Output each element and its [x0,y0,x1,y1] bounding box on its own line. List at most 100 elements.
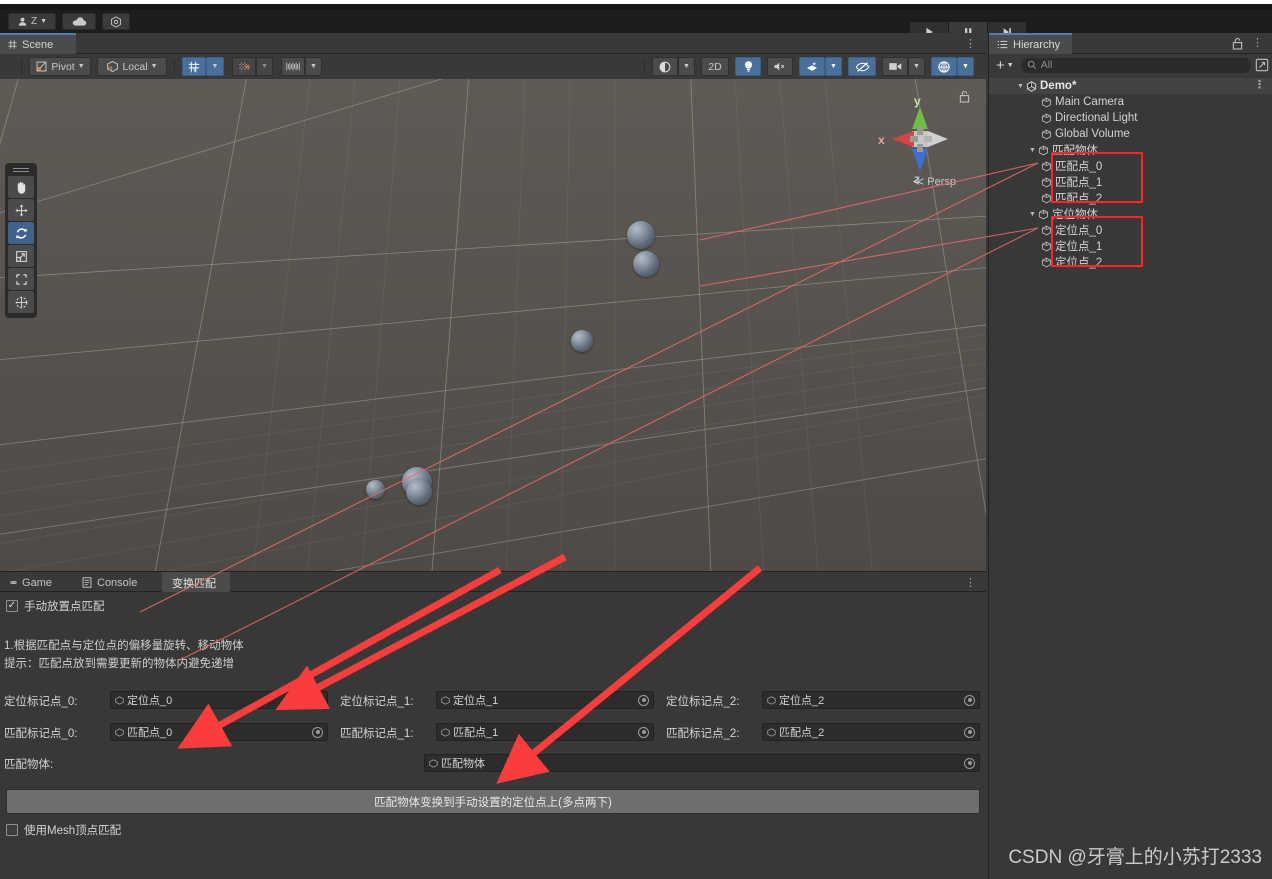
hierarchy-item-locator-point-1[interactable]: 定位点_1 [989,238,1272,254]
pivot-mode-button[interactable]: Pivot ▼ [29,57,91,76]
grid-snap-button[interactable]: Y [182,57,206,76]
gameobject-icon [767,695,776,705]
gizmos-toggle-button[interactable] [931,57,957,76]
expand-triangle-icon[interactable]: ▼ [1027,147,1038,154]
object-picker-icon[interactable] [964,726,975,738]
gameobject-icon [115,727,124,737]
hierarchy-item-locator-object[interactable]: ▼ 定位物体 [989,206,1272,222]
hierarchy-item-match-point-2[interactable]: 匹配点_2 [989,190,1272,206]
object-picker-icon[interactable] [638,694,649,706]
tab-transform-match[interactable]: 变换匹配 [162,572,230,593]
scene-sphere[interactable] [633,251,659,277]
grid-snap-dropdown[interactable]: ▼ [206,57,224,76]
scene-sphere[interactable] [406,479,432,505]
locator-marker-0-field[interactable]: 定位点_0 [110,691,328,709]
scene-grid-icon [8,40,17,49]
shading-mode-button[interactable] [652,57,678,76]
object-picker-icon[interactable] [964,694,975,706]
2d-toggle-button[interactable]: 2D [701,57,729,76]
expand-triangle-icon[interactable]: ▼ [1015,83,1026,90]
snap-increment-button[interactable] [232,57,256,76]
locator-marker-1-field[interactable]: 定位点_1 [436,691,654,709]
tab-game[interactable]: Game [0,572,62,593]
ruler-dropdown[interactable]: ▼ [305,57,322,76]
match-marker-1-field[interactable]: 匹配点_1 [436,723,654,741]
hierarchy-item-directional-light[interactable]: Directional Light [989,110,1272,126]
move-tool-button[interactable] [8,199,34,221]
chevron-down-icon: ▼ [211,63,219,70]
toolbar-separator-3 [644,59,645,74]
object-picker-icon[interactable] [638,726,649,738]
snap-increment-dropdown[interactable]: ▼ [256,57,273,76]
match-marker-2-field[interactable]: 匹配点_2 [762,723,980,741]
ruler-button[interactable] [281,57,305,76]
object-picker-icon[interactable] [312,694,323,706]
gameobject-icon [1041,225,1052,236]
hierarchy-item-locator-point-0[interactable]: 定位点_0 [989,222,1272,238]
match-marker-0-value: 匹配点_0 [127,727,173,739]
hierarchy-search-input[interactable]: All [1020,57,1251,73]
cloud-button[interactable] [62,13,96,30]
account-button[interactable]: Z ▼ [8,13,56,30]
scene-sphere[interactable] [627,221,655,249]
hierarchy-item-global-volume[interactable]: Global Volume [989,126,1272,142]
audio-toggle-button[interactable] [767,57,793,76]
rect-tool-button[interactable] [8,268,34,290]
hierarchy-menu-button[interactable]: ⋮ [1252,36,1263,49]
tab-hierarchy[interactable]: Hierarchy [989,33,1073,54]
search-icon [1027,60,1036,70]
locator-marker-0-value: 定位点_0 [127,695,173,707]
object-picker-icon[interactable] [964,757,975,769]
scene-sphere[interactable] [366,480,385,499]
match-marker-0-field[interactable]: 匹配点_0 [110,723,328,741]
hierarchy-expand-button[interactable] [1255,58,1269,72]
mesh-vertex-row: 使用Mesh顶点匹配 [6,822,121,838]
hierarchy-scene-menu-button[interactable]: ⋮ [1254,78,1265,91]
local-space-button[interactable]: Local ▼ [97,57,167,76]
hierarchy-item-main-camera[interactable]: Main Camera [989,94,1272,110]
manual-place-checkbox[interactable] [6,600,18,612]
hierarchy-item-match-point-1[interactable]: 匹配点_1 [989,174,1272,190]
add-gameobject-button[interactable]: + ▼ [993,57,1017,74]
hierarchy-item-locator-point-2[interactable]: 定位点_2 [989,254,1272,270]
gizmos-dropdown[interactable]: ▼ [957,57,974,76]
scene-camera-dropdown[interactable]: ▼ [908,57,925,76]
match-object-field[interactable]: 匹配物体 [424,754,980,772]
manual-place-row: 手动放置点匹配 [6,598,105,614]
transform-tool-button[interactable] [8,291,34,313]
projection-mode-label[interactable]: ≪ Persp [913,175,956,188]
watermark-text: CSDN @牙膏上的小苏打2333 [1008,847,1262,868]
scene-viewport[interactable]: y x z ≪ Persp [0,79,986,571]
shading-mode-dropdown[interactable]: ▼ [678,57,695,76]
object-picker-icon[interactable] [312,726,323,738]
effects-dropdown[interactable]: ▼ [825,57,842,76]
scene-panel-menu-button[interactable]: ⋮ [965,37,976,50]
tab-console[interactable]: Console [72,572,158,593]
hierarchy-item-match-point-0[interactable]: 匹配点_0 [989,158,1272,174]
hierarchy-lock-button[interactable] [1232,37,1243,55]
hierarchy-scene-row[interactable]: ▼ Demo* ⋮ [989,78,1272,94]
scale-tool-button[interactable] [8,245,34,267]
apply-transform-button[interactable]: 匹配物体变换到手动设置的定位点上(多点两下) [6,789,980,814]
rotate-tool-button[interactable] [8,222,34,244]
gameobject-icon [429,758,438,768]
scene-sphere[interactable] [571,330,593,352]
lighting-toggle-button[interactable] [735,57,761,76]
mesh-vertex-checkbox[interactable] [6,824,18,836]
scene-view-gizmo[interactable]: y x z [872,89,968,189]
locator-marker-2-field[interactable]: 定位点_2 [762,691,980,709]
bottom-panel-menu-button[interactable]: ⋮ [965,576,976,589]
shading-mode-icon [659,61,671,72]
palette-drag-handle-2[interactable] [13,171,29,172]
services-settings-button[interactable] [102,13,130,30]
hierarchy-item-match-object[interactable]: ▼ 匹配物体 [989,142,1272,158]
tab-scene[interactable]: Scene [0,33,76,54]
palette-drag-handle[interactable] [13,168,29,169]
hierarchy-icon [997,40,1008,49]
effects-toggle-button[interactable] [799,57,825,76]
hierarchy-item-label: 匹配点_0 [1055,161,1103,173]
expand-triangle-icon[interactable]: ▼ [1027,211,1038,218]
visibility-toggle-button[interactable] [848,57,876,76]
hand-tool-button[interactable] [8,176,34,198]
scene-camera-button[interactable] [882,57,908,76]
